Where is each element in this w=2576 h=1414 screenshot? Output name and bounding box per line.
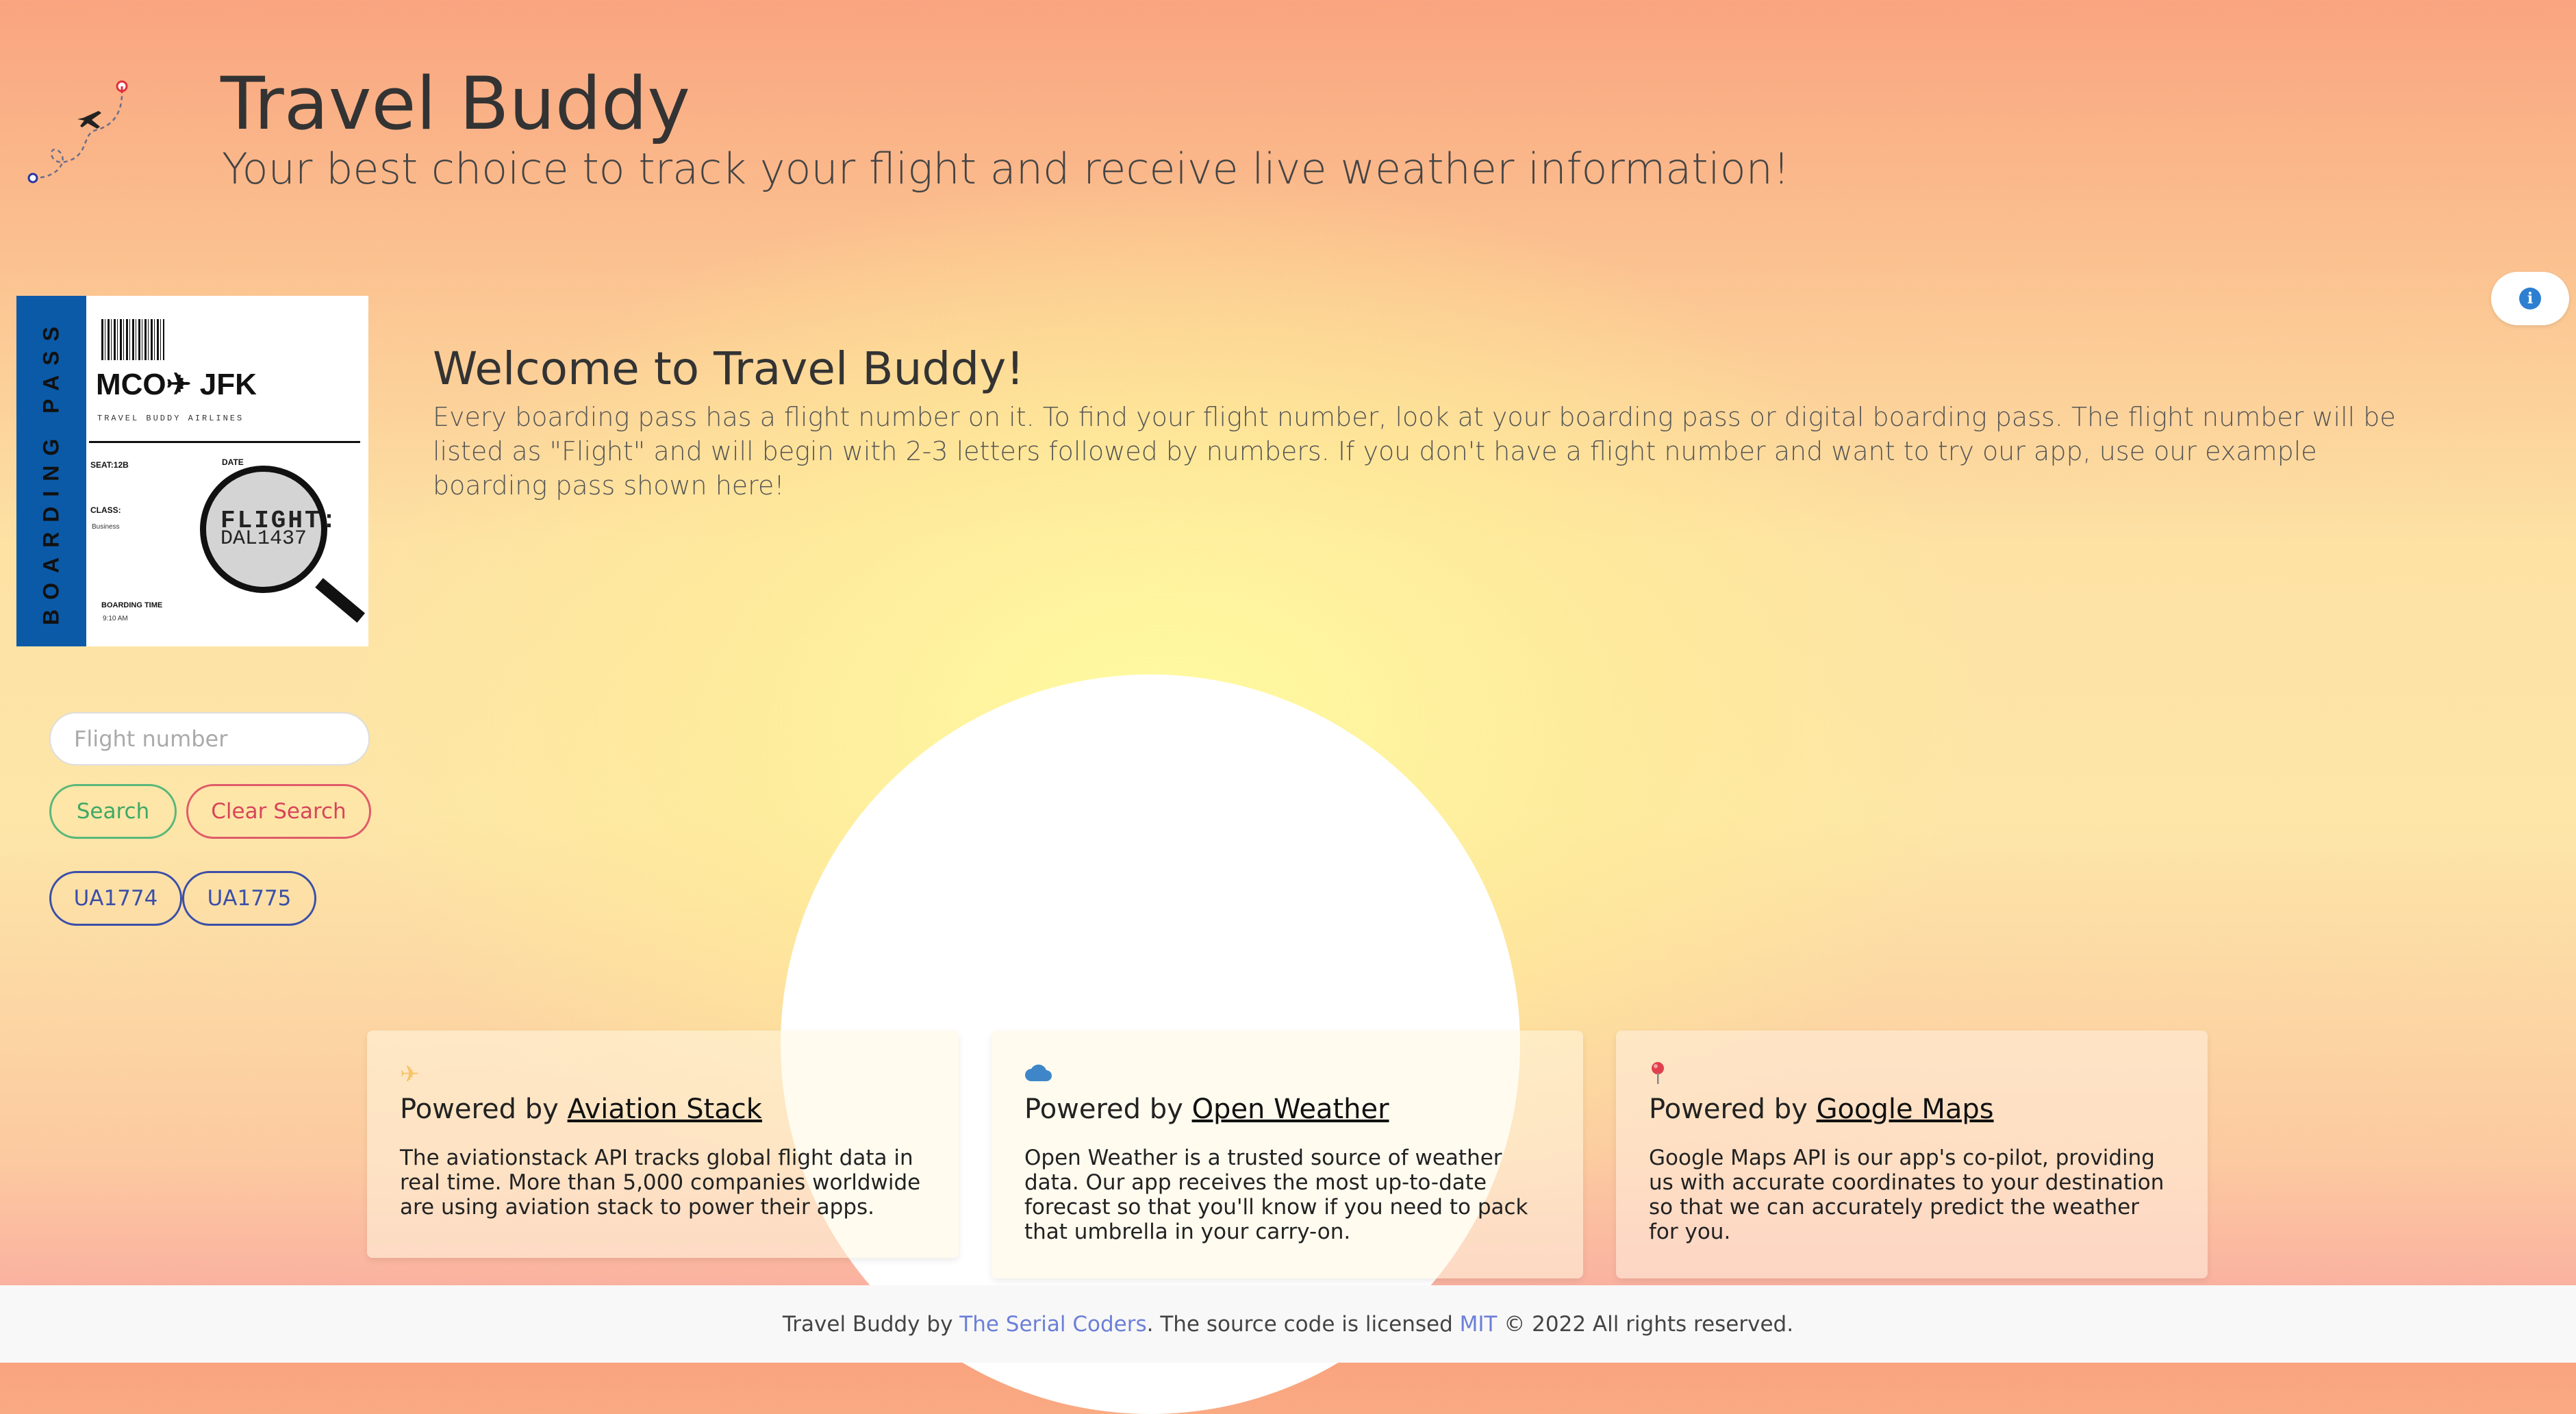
google-maps-link[interactable]: Google Maps — [1817, 1094, 1994, 1125]
footer: Travel Buddy by The Serial Coders . The … — [0, 1285, 2576, 1363]
welcome-text: Every boarding pass has a flight number … — [433, 402, 2396, 501]
flight-path-logo-icon — [27, 80, 128, 184]
pass-date-label: DATE — [222, 457, 244, 467]
card-title-prefix: Powered by — [1649, 1094, 1817, 1125]
card-text: Google Maps API is our app's co-pilot, p… — [1649, 1146, 2164, 1244]
page-subtitle: Your best choice to track your flight an… — [222, 144, 1790, 194]
pass-class-value: Business — [92, 523, 120, 531]
aviation-stack-card: ✈ Powered by Aviation Stack The aviation… — [367, 1031, 959, 1258]
pass-boarding-time-label: BOARDING TIME — [101, 601, 163, 609]
footer-license-text: . The source code is licensed — [1146, 1311, 1460, 1337]
open-weather-card: Powered by Open Weather Open Weather is … — [992, 1031, 1583, 1278]
clear-search-button[interactable]: Clear Search — [186, 784, 371, 839]
cloud-icon — [1024, 1061, 1550, 1088]
footer-copyright: © 2022 All rights reserved. — [1497, 1311, 1794, 1337]
example-boarding-pass: BOARDING PASS MCO✈ JFK TRAVEL BUDDY AIRL… — [16, 296, 368, 646]
footer-license-link[interactable]: MIT — [1460, 1312, 1498, 1337]
pass-class-label: CLASS: — [90, 505, 121, 515]
card-title: Powered by Open Weather — [1024, 1094, 1550, 1125]
pass-airline: TRAVEL BUDDY AIRLINES — [97, 414, 244, 423]
plane-icon: ✈ — [400, 1061, 420, 1088]
aviation-stack-link[interactable]: Aviation Stack — [568, 1094, 762, 1125]
pass-route: MCO✈ JFK — [96, 368, 257, 401]
footer-by: by — [920, 1311, 960, 1337]
barcode-icon — [101, 319, 164, 360]
card-text: The aviationstack API tracks global flig… — [400, 1146, 921, 1220]
magnifier-handle — [315, 578, 366, 623]
pass-side-label: BOARDING PASS — [38, 317, 64, 625]
card-title: Powered by Aviation Stack — [400, 1094, 926, 1125]
info-icon: i — [2519, 288, 2541, 310]
card-title-prefix: Powered by — [400, 1094, 568, 1125]
card-title: Powered by Google Maps — [1649, 1094, 2175, 1125]
footer-app-name: Travel Buddy — [782, 1311, 920, 1337]
history-flight-button[interactable]: UA1774 — [49, 871, 182, 926]
open-weather-link[interactable]: Open Weather — [1192, 1094, 1389, 1125]
search-button[interactable]: Search — [49, 784, 177, 839]
pass-divider — [89, 441, 360, 443]
footer-team-link[interactable]: The Serial Coders — [959, 1312, 1146, 1337]
page-title: Travel Buddy — [220, 62, 690, 146]
card-title-prefix: Powered by — [1024, 1094, 1192, 1125]
flight-number-input[interactable] — [49, 712, 370, 766]
welcome-heading: Welcome to Travel Buddy! — [433, 342, 1024, 395]
pass-seat: SEAT:12B — [90, 460, 129, 470]
map-pin-icon — [1649, 1061, 2175, 1088]
pass-boarding-time-value: 9:10 AM — [103, 615, 128, 622]
pass-flight-value: DAL1437 — [220, 527, 307, 551]
google-maps-card: Powered by Google Maps Google Maps API i… — [1616, 1031, 2208, 1278]
info-button[interactable]: i — [2491, 272, 2569, 325]
card-text: Open Weather is a trusted source of weat… — [1024, 1146, 1528, 1244]
history-flight-button[interactable]: UA1775 — [182, 871, 316, 926]
